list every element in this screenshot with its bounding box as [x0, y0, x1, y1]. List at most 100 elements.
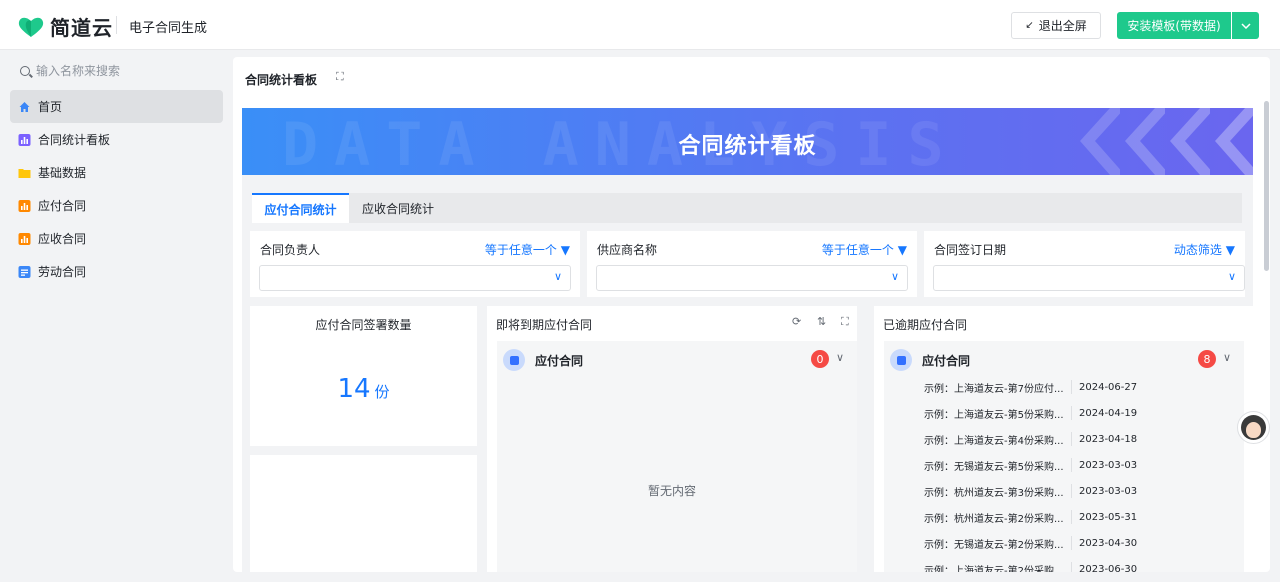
filter-operator-label: 动态筛选 [1173, 243, 1222, 257]
nav-list: 首页 合同统计看板 基础数据 应付合同 应收合同 劳动合同 [10, 90, 223, 288]
scrollbar[interactable] [1264, 101, 1269, 271]
filter-operator[interactable]: 动态筛选 ▼ [1174, 241, 1235, 258]
divider [1071, 406, 1072, 420]
sidebar-item-label: 合同统计看板 [38, 133, 111, 147]
list-item[interactable]: 示例：杭州道友云-第2份采购... 2023-05-31 [924, 507, 1137, 527]
filter-operator[interactable]: 等于任意一个 ▼ [822, 241, 907, 258]
chevron-down-icon [1240, 22, 1251, 29]
assistant-avatar-button[interactable] [1237, 411, 1270, 444]
sidebar-item-label: 劳动合同 [38, 265, 87, 279]
form-icon [503, 349, 525, 371]
sidebar-item-label: 应收合同 [38, 232, 87, 246]
list-item[interactable]: 示例：上海道友云-第5份采购... 2024-04-19 [924, 403, 1137, 423]
caret-down-icon: ▼ [1225, 243, 1235, 257]
group-header[interactable]: 应付合同 8 ∨ [884, 341, 1244, 377]
doc-icon [18, 265, 31, 278]
logo-icon [18, 17, 44, 37]
contract-name: 示例：无锡道友云-第5份采购... [924, 461, 1064, 473]
contract-date: 2024-04-19 [1079, 407, 1138, 419]
stat-value: 14 份 [250, 374, 477, 404]
contract-name: 示例：无锡道友云-第2份采购... [924, 539, 1064, 551]
filter-supplier-select[interactable]: ∨ [596, 265, 908, 291]
list-item[interactable]: 示例：上海道友云-第2份采购... 2023-06-30 [924, 559, 1137, 572]
tab-bar: 应付合同统计 应收合同统计 [252, 193, 1242, 223]
filter-label: 供应商名称 [597, 243, 658, 257]
home-icon [19, 101, 30, 112]
search-icon [20, 65, 30, 76]
divider [1071, 562, 1072, 572]
card-title: 应付合同签署数量 [315, 318, 412, 332]
chevron-down-icon: ∨ [1223, 351, 1232, 364]
contract-name: 示例：上海道友云-第2份采购... [924, 565, 1064, 573]
sidebar-item-payable[interactable]: 应付合同 [10, 189, 223, 222]
divider [1071, 536, 1072, 550]
app-name: 电子合同生成 [129, 21, 208, 36]
fullscreen-icon[interactable]: ⛶ [336, 70, 344, 84]
install-template-button[interactable]: 安装模板(带数据) [1117, 12, 1231, 39]
search-input[interactable]: 输入名称来搜索 [20, 62, 120, 79]
sidebar-item-home[interactable]: 首页 [10, 90, 223, 123]
bottom-strip [0, 576, 1280, 582]
exit-fullscreen-button[interactable]: ↙ 退出全屏 [1011, 12, 1101, 39]
group-name: 应付合同 [922, 354, 971, 368]
contract-name: 示例：上海道友云-第4份采购... [924, 435, 1064, 447]
install-dropdown-button[interactable] [1232, 12, 1259, 39]
dashboard-panel: 应付合同统计 应收合同统计 合同负责人 等于任意一个 ▼ ∨ 供应商名称 等于任… [242, 175, 1253, 572]
chevron-down-icon: ∨ [553, 270, 562, 283]
sidebar-item-basic-data[interactable]: 基础数据 [10, 156, 223, 189]
filter-sign-date-select[interactable]: ∨ [933, 265, 1245, 291]
list-item[interactable]: 示例：杭州道友云-第3份采购... 2023-03-03 [924, 481, 1137, 501]
filter-sign-date: 合同签订日期 动态筛选 ▼ ∨ [924, 231, 1245, 297]
list-item[interactable]: 示例：上海道友云-第4份采购... 2023-04-18 [924, 429, 1137, 449]
form-icon [890, 349, 912, 371]
filter-owner: 合同负责人 等于任意一个 ▼ ∨ [250, 231, 580, 297]
group-header[interactable]: 应付合同 0 ∨ [497, 341, 857, 377]
contract-date: 2024-06-27 [1079, 381, 1138, 393]
filter-operator[interactable]: 等于任意一个 ▼ [485, 241, 570, 258]
folder-icon [18, 168, 31, 178]
filter-owner-select[interactable]: ∨ [259, 265, 571, 291]
contract-date: 2023-05-31 [1079, 511, 1138, 523]
contract-name: 示例：杭州道友云-第2份采购... [924, 513, 1064, 525]
divider [1071, 380, 1072, 394]
sidebar-item-labor[interactable]: 劳动合同 [10, 255, 223, 288]
dashboard-icon [18, 133, 31, 146]
contract-date: 2023-03-03 [1079, 459, 1138, 471]
empty-text: 暂无内容 [647, 484, 696, 498]
sidebar-item-receivable[interactable]: 应收合同 [10, 222, 223, 255]
avatar-icon [1241, 415, 1266, 440]
stat-number: 14 [337, 374, 371, 404]
list-item[interactable]: 示例：无锡道友云-第2份采购... 2023-04-30 [924, 533, 1137, 553]
overdue-list: 示例：上海道友云-第7份应付... 2024-06-27 示例：上海道友云-第5份… [884, 377, 1244, 572]
group-body [497, 377, 857, 572]
blank-card [250, 455, 477, 572]
page-title: 合同统计看板 [245, 73, 318, 87]
form-icon [18, 232, 31, 245]
sidebar-item-dashboard[interactable]: 合同统计看板 [10, 123, 223, 156]
refresh-icon[interactable]: ⟳ [792, 315, 801, 328]
chevron-decor-icon [1125, 108, 1165, 175]
divider [1071, 432, 1072, 446]
top-bar: 简道云 电子合同生成 ↙ 退出全屏 安装模板(带数据) [0, 0, 1280, 50]
contract-date: 2023-04-18 [1079, 433, 1138, 445]
sidebar-item-label: 首页 [38, 100, 63, 114]
sort-icon[interactable]: ⇅ [817, 315, 826, 328]
sidebar: 输入名称来搜索 首页 合同统计看板 基础数据 应付合同 应收合同 劳动合同 [0, 51, 233, 582]
filter-operator-label: 等于任意一个 [821, 243, 894, 257]
overdue-card: 已逾期应付合同 应付合同 8 ∨ 示例：上海道友云-第7份应付... 2024-0… [874, 306, 1253, 572]
tab-payable-stats[interactable]: 应付合同统计 [252, 193, 349, 223]
upcoming-card: 即将到期应付合同 ⟳ ⇅ ⛶ 应付合同 0 ∨ 暂无内容 [487, 306, 857, 572]
list-item[interactable]: 示例：无锡道友云-第5份采购... 2023-03-03 [924, 455, 1137, 475]
contract-name: 示例：杭州道友云-第3份采购... [924, 487, 1064, 499]
main-content: 合同统计看板 ⛶ DATA ANALYSIS 合同统计看板 应付合同统计 应收合… [233, 57, 1270, 572]
caret-down-icon: ▼ [897, 243, 907, 257]
chevron-decor-icon [1215, 108, 1253, 175]
form-icon [18, 199, 31, 212]
filter-label: 合同负责人 [260, 243, 321, 257]
logo[interactable]: 简道云 [16, 12, 113, 41]
list-item[interactable]: 示例：上海道友云-第7份应付... 2024-06-27 [924, 377, 1137, 397]
fullscreen-icon[interactable]: ⛶ [841, 315, 849, 329]
chevron-decor-icon [1080, 108, 1120, 175]
tab-receivable-stats[interactable]: 应收合同统计 [362, 193, 452, 223]
filter-supplier: 供应商名称 等于任意一个 ▼ ∨ [587, 231, 917, 297]
